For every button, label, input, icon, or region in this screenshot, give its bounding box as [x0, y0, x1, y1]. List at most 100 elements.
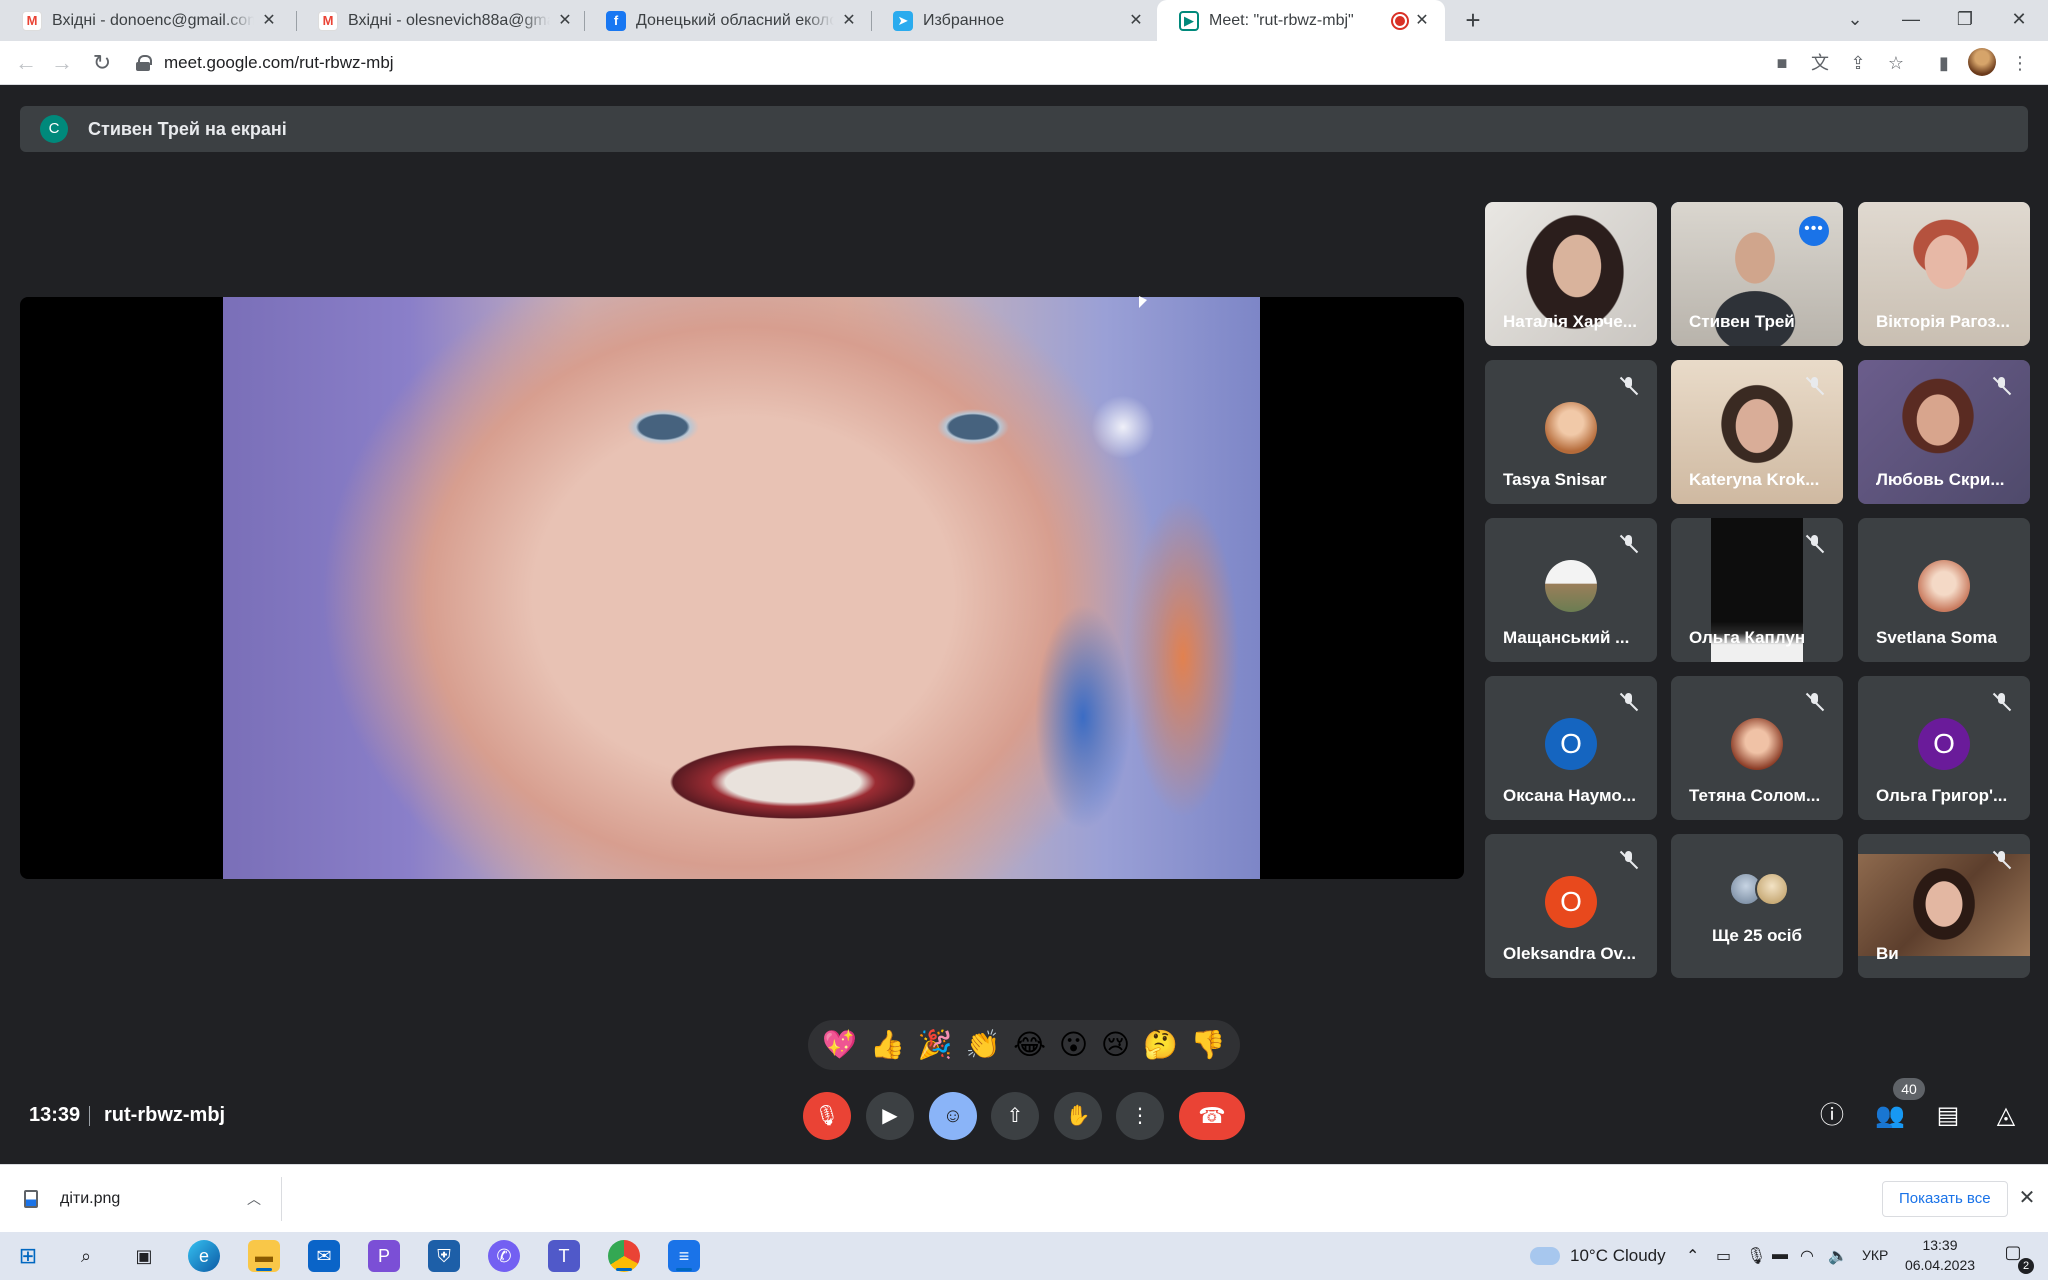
- mail-icon[interactable]: ✉: [308, 1240, 340, 1272]
- close-icon[interactable]: ✕: [840, 12, 858, 30]
- sparkling-heart-reaction[interactable]: 💖: [822, 1030, 857, 1060]
- lock-icon: [136, 55, 152, 71]
- participant-tile[interactable]: О Ольга Григор'...: [1858, 676, 2030, 820]
- tab-google-meet[interactable]: ▶ Meet: "rut-rbwz-mbj" ✕: [1157, 0, 1445, 41]
- document-app-icon[interactable]: ≡: [668, 1240, 700, 1272]
- participant-tile[interactable]: Tasya Snisar: [1485, 360, 1657, 504]
- browser-tab-strip: M Вхідні - donoenc@gmail.com - G ✕ M Вхі…: [0, 0, 2048, 41]
- download-item[interactable]: діти.png ︿: [24, 1177, 282, 1221]
- tab-gmail-olesnevich[interactable]: M Вхідні - olesnevich88a@gmail.co ✕: [296, 0, 588, 41]
- clapping-reaction[interactable]: 👏: [966, 1030, 1001, 1060]
- speaker-icon[interactable]: 🔈: [1828, 1246, 1848, 1266]
- close-icon[interactable]: ✕: [556, 12, 574, 30]
- input-language[interactable]: УКР: [1862, 1247, 1888, 1263]
- tab-title: Донецький обласний еколого-: [636, 11, 834, 29]
- participant-tile[interactable]: Kateryna Krok...: [1671, 360, 1843, 504]
- new-tab-button[interactable]: +: [1458, 6, 1488, 36]
- participant-tile[interactable]: Наталія Харче...: [1485, 202, 1657, 346]
- image-file-icon: [24, 1190, 38, 1208]
- more-options-icon[interactable]: •••: [1799, 216, 1829, 246]
- bookmark-star-icon[interactable]: ☆: [1882, 49, 1910, 77]
- file-explorer-icon[interactable]: ▬: [248, 1240, 280, 1272]
- chrome-icon[interactable]: [608, 1240, 640, 1272]
- participant-initial: O: [1545, 876, 1597, 928]
- participant-tile[interactable]: Svetlana Soma: [1858, 518, 2030, 662]
- leave-call-button[interactable]: ☎: [1179, 1092, 1245, 1140]
- tab-search-icon[interactable]: ⌄: [1832, 4, 1878, 34]
- raise-hand-button[interactable]: ✋: [1054, 1092, 1102, 1140]
- thumbs-up-reaction[interactable]: 👍: [870, 1030, 905, 1060]
- facebook-icon: f: [606, 10, 626, 31]
- thinking-reaction[interactable]: 🤔: [1143, 1030, 1178, 1060]
- restore-button[interactable]: ❐: [1942, 4, 1988, 34]
- close-icon[interactable]: ✕: [2016, 1187, 2038, 1209]
- participant-name: Любовь Скри...: [1876, 470, 2005, 489]
- mic-off-icon: [1619, 692, 1639, 712]
- reactions-button[interactable]: ☺: [929, 1092, 977, 1140]
- main-stage[interactable]: [20, 297, 1464, 879]
- close-icon[interactable]: ✕: [260, 12, 278, 30]
- gmail-icon: M: [22, 10, 42, 31]
- participant-avatar: [1918, 560, 1970, 612]
- participant-tile[interactable]: О Оксана Наумо...: [1485, 676, 1657, 820]
- more-participants-tile[interactable]: Ще 25 осіб: [1671, 834, 1843, 978]
- show-all-downloads-button[interactable]: Показать все: [1882, 1181, 2008, 1217]
- system-clock[interactable]: 13:39 06.04.2023: [1900, 1235, 1980, 1275]
- close-icon[interactable]: ✕: [1413, 12, 1431, 30]
- windows-start-icon[interactable]: ⊞: [12, 1240, 44, 1272]
- thumbs-down-reaction[interactable]: 👎: [1191, 1030, 1226, 1060]
- viber-icon[interactable]: ✆: [488, 1240, 520, 1272]
- minimize-button[interactable]: —: [1888, 4, 1934, 34]
- close-icon[interactable]: ✕: [1127, 12, 1145, 30]
- laughing-reaction[interactable]: 😂: [1013, 1030, 1046, 1060]
- more-options-button[interactable]: ⋮: [1116, 1092, 1164, 1140]
- menu-kebab-icon[interactable]: ⋮: [2006, 49, 2034, 77]
- tab-gmail-donoenc[interactable]: M Вхідні - donoenc@gmail.com - G ✕: [0, 0, 292, 41]
- participant-tile[interactable]: Любовь Скри...: [1858, 360, 2030, 504]
- translate-icon[interactable]: 文: [1806, 49, 1834, 77]
- chevron-up-icon[interactable]: ⌃: [1686, 1246, 1699, 1266]
- omnibox[interactable]: meet.google.com/rut-rbwz-mbj: [136, 45, 1736, 81]
- microphone-toggle-button[interactable]: 🎙: [803, 1092, 851, 1140]
- forward-button[interactable]: →: [48, 49, 76, 77]
- profile-avatar[interactable]: [1968, 48, 1996, 76]
- self-view-tile[interactable]: Ви: [1858, 834, 2030, 978]
- task-view-icon[interactable]: ▣: [128, 1240, 160, 1272]
- participant-tile[interactable]: O Oleksandra Ov...: [1485, 834, 1657, 978]
- edge-browser-icon[interactable]: e: [188, 1240, 220, 1272]
- participant-tile[interactable]: Ольга Каплун: [1671, 518, 1843, 662]
- participant-tile[interactable]: Вікторія Рагоз...: [1858, 202, 2030, 346]
- people-button[interactable]: 👥: [1874, 1100, 1906, 1132]
- mic-off-icon: [1992, 376, 2012, 396]
- wifi-icon[interactable]: ◠: [1800, 1246, 1814, 1266]
- participant-tile[interactable]: Тетяна Солом...: [1671, 676, 1843, 820]
- camera-in-use-icon[interactable]: ■: [1768, 49, 1796, 77]
- battery-icon[interactable]: ▬: [1772, 1246, 1788, 1264]
- reload-button[interactable]: ↻: [88, 49, 116, 77]
- meet-tray-icon[interactable]: ▭: [1716, 1246, 1731, 1266]
- tab-facebook[interactable]: f Донецький обласний еколого- ✕: [584, 0, 872, 41]
- chat-button[interactable]: ▤: [1932, 1100, 1964, 1132]
- share-icon[interactable]: ⇪: [1844, 49, 1872, 77]
- activities-button[interactable]: ◬: [1990, 1100, 2022, 1132]
- microphone-icon[interactable]: 🎙: [1746, 1246, 1766, 1266]
- search-icon[interactable]: ⌕: [70, 1240, 102, 1272]
- crying-reaction[interactable]: 😢: [1101, 1030, 1130, 1060]
- present-screen-button[interactable]: ⇧: [991, 1092, 1039, 1140]
- meeting-details-button[interactable]: ⓘ: [1816, 1100, 1848, 1132]
- camera-toggle-button[interactable]: ▶: [866, 1092, 914, 1140]
- app-p-icon[interactable]: P: [368, 1240, 400, 1272]
- mic-off-icon: [1619, 376, 1639, 396]
- chevron-up-icon[interactable]: ︿: [247, 1189, 261, 1209]
- weather-widget[interactable]: 10°C Cloudy: [1530, 1246, 1666, 1266]
- party-popper-reaction[interactable]: 🎉: [918, 1030, 953, 1060]
- back-button[interactable]: ←: [12, 49, 40, 77]
- security-shield-icon[interactable]: ⛨: [428, 1240, 460, 1272]
- window-close-button[interactable]: ✕: [1996, 4, 2042, 34]
- tab-telegram[interactable]: ➤ Избранное ✕: [871, 0, 1159, 41]
- participant-tile-speaking[interactable]: ••• Стивен Трей: [1671, 202, 1843, 346]
- side-panel-icon[interactable]: ▮: [1930, 49, 1958, 77]
- surprised-reaction[interactable]: 😮: [1059, 1030, 1088, 1060]
- participant-tile[interactable]: Мащанський ...: [1485, 518, 1657, 662]
- teams-icon[interactable]: T: [548, 1240, 580, 1272]
